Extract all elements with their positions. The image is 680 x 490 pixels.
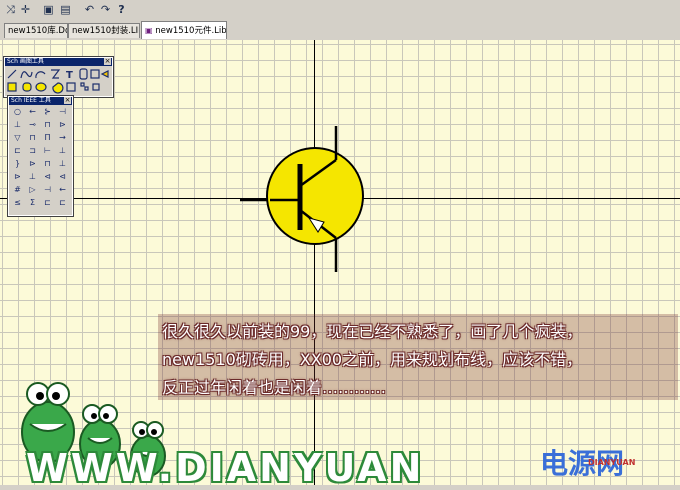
ieee-symbol-icon[interactable]: ⊓ bbox=[40, 120, 55, 133]
ieee-symbol-icon[interactable]: # bbox=[10, 185, 25, 198]
shuffle-icon[interactable]: ⤨ bbox=[3, 2, 18, 17]
tab-footprint-lib[interactable]: new1510封装.LIB bbox=[68, 23, 140, 38]
tab-component-lib[interactable]: ▣ new1510元件.Lib bbox=[141, 21, 227, 39]
ieee-symbol-icon[interactable]: ⊳ bbox=[55, 120, 70, 133]
ieee-symbol-icon[interactable]: ⊲ bbox=[55, 172, 70, 185]
ieee-symbol-icon[interactable]: ▷ bbox=[25, 185, 40, 198]
help-icon[interactable]: ? bbox=[114, 2, 129, 17]
add-part-tool-icon[interactable] bbox=[100, 70, 109, 78]
ieee-tools-title: Sch IEEE 工具 × bbox=[9, 97, 72, 105]
document-tabs: new1510库.Ddb new1510封装.LIB ▣ new1510元件.L… bbox=[0, 21, 680, 41]
npn-transistor-symbol[interactable] bbox=[236, 122, 396, 282]
ieee-symbol-icon[interactable]: ⊸ bbox=[25, 120, 40, 133]
tab-ddb[interactable]: new1510库.Ddb bbox=[4, 23, 68, 38]
ieee-symbol-icon[interactable]: ⊣ bbox=[40, 185, 55, 198]
ellipse-tool-icon[interactable] bbox=[35, 82, 47, 92]
tab-component-lib-label: new1510元件.Lib bbox=[155, 26, 227, 36]
ieee-symbol-icon[interactable]: ▽ bbox=[10, 133, 25, 146]
ieee-symbol-icon[interactable]: → bbox=[55, 133, 70, 146]
image-tool-icon[interactable] bbox=[66, 82, 76, 92]
new-part-tool-icon[interactable] bbox=[90, 69, 100, 79]
ieee-symbol-icon[interactable]: ⊥ bbox=[55, 146, 70, 159]
ieee-tools-grid: ○ ← ⊱ ⊣ ⊥ ⊸ ⊓ ⊳ ▽ ⊓ Π → ⊏ ⊐ ⊢ ⊥ } ⊳ ⊓ ⊥ … bbox=[9, 105, 72, 213]
ieee-symbol-icon[interactable]: ← bbox=[25, 107, 40, 120]
main-toolbar: ⤨ ✛ ▣ ▤ ↶ ↷ ? bbox=[0, 0, 680, 22]
ieee-symbol-icon[interactable]: ⊥ bbox=[55, 159, 70, 172]
polygon-tool-icon[interactable] bbox=[51, 69, 61, 79]
drawing-tools-title-text: Sch 画图工具 bbox=[7, 58, 44, 65]
ieee-symbol-icon[interactable]: ⊢ bbox=[40, 146, 55, 159]
watermark-subtext: DIANYUAN bbox=[588, 458, 636, 467]
ieee-tools-palette: Sch IEEE 工具 × ○ ← ⊱ ⊣ ⊥ ⊸ ⊓ ⊳ ▽ ⊓ Π → ⊏ … bbox=[7, 95, 74, 217]
rect-tool-icon[interactable] bbox=[7, 82, 17, 92]
ieee-symbol-icon[interactable]: ≤ bbox=[10, 198, 25, 211]
move-cross-icon[interactable]: ✛ bbox=[18, 2, 33, 17]
ieee-symbol-icon[interactable]: ⊓ bbox=[25, 133, 40, 146]
ieee-symbol-icon[interactable]: ⊥ bbox=[10, 120, 25, 133]
array-tool-icon[interactable] bbox=[80, 82, 85, 87]
ieee-symbol-icon[interactable]: ○ bbox=[10, 107, 25, 120]
redo-icon[interactable]: ↷ bbox=[98, 2, 113, 17]
pie-tool-icon[interactable] bbox=[52, 82, 64, 94]
ieee-symbol-icon[interactable]: Π bbox=[40, 133, 55, 146]
ieee-symbol-icon[interactable]: ⊏ bbox=[40, 198, 55, 211]
text-tool-icon[interactable]: T bbox=[66, 70, 73, 81]
ieee-symbol-icon[interactable]: ⊲ bbox=[40, 172, 55, 185]
undo-icon[interactable]: ↶ bbox=[82, 2, 97, 17]
edit-component-icon[interactable]: ▤ bbox=[58, 2, 73, 17]
ieee-symbol-icon[interactable]: ⊏ bbox=[55, 198, 70, 211]
ieee-tools-title-text: Sch IEEE 工具 bbox=[11, 97, 51, 104]
drawing-tools-palette: Sch 画图工具 × T bbox=[3, 56, 114, 98]
schlib-icon: ▣ bbox=[145, 26, 153, 35]
bezier-tool-icon[interactable] bbox=[20, 71, 33, 79]
ieee-symbol-icon[interactable]: ⊥ bbox=[25, 172, 40, 185]
caption-line-1: 很久很久以前装的99，现在已经不熟悉了，画了几个疯装， bbox=[162, 322, 583, 341]
ieee-symbol-icon[interactable]: } bbox=[10, 159, 25, 172]
caption-line-3: 反正过年闲着也是闲着………… bbox=[162, 378, 387, 397]
ieee-symbol-icon[interactable]: ⊣ bbox=[55, 107, 70, 120]
ieee-symbol-icon[interactable]: ⊳ bbox=[10, 172, 25, 185]
ieee-symbol-icon[interactable]: ← bbox=[55, 185, 70, 198]
drawing-tools-title: Sch 画图工具 × bbox=[5, 58, 112, 66]
ieee-symbol-icon[interactable]: ⊱ bbox=[40, 107, 55, 120]
part-tool-icon[interactable] bbox=[79, 68, 88, 80]
caption-line-2: new1510砌砖用，XX00之前，用来规划布线，应该不错， bbox=[162, 350, 583, 369]
ieee-symbol-icon[interactable]: ⊏ bbox=[10, 146, 25, 159]
ieee-symbol-icon[interactable]: ⊳ bbox=[25, 159, 40, 172]
ieee-symbol-icon[interactable]: Σ bbox=[25, 198, 40, 211]
drawing-tools-grid: T bbox=[7, 68, 109, 94]
extra-tool-icon[interactable] bbox=[92, 83, 100, 91]
watermark: WWW.DIANYUAN 电源网 bbox=[0, 430, 680, 490]
watermark-text: WWW.DIANYUAN bbox=[26, 446, 425, 490]
ieee-symbol-icon[interactable]: ⊓ bbox=[40, 159, 55, 172]
round-rect-tool-icon[interactable] bbox=[22, 82, 32, 92]
ieee-symbol-icon[interactable]: ⊐ bbox=[25, 146, 40, 159]
close-icon[interactable]: × bbox=[104, 58, 111, 65]
library-icon[interactable]: ▣ bbox=[41, 2, 56, 17]
close-icon[interactable]: × bbox=[64, 97, 71, 104]
arc-tool-icon[interactable] bbox=[35, 71, 46, 79]
line-tool-icon[interactable] bbox=[7, 69, 17, 79]
